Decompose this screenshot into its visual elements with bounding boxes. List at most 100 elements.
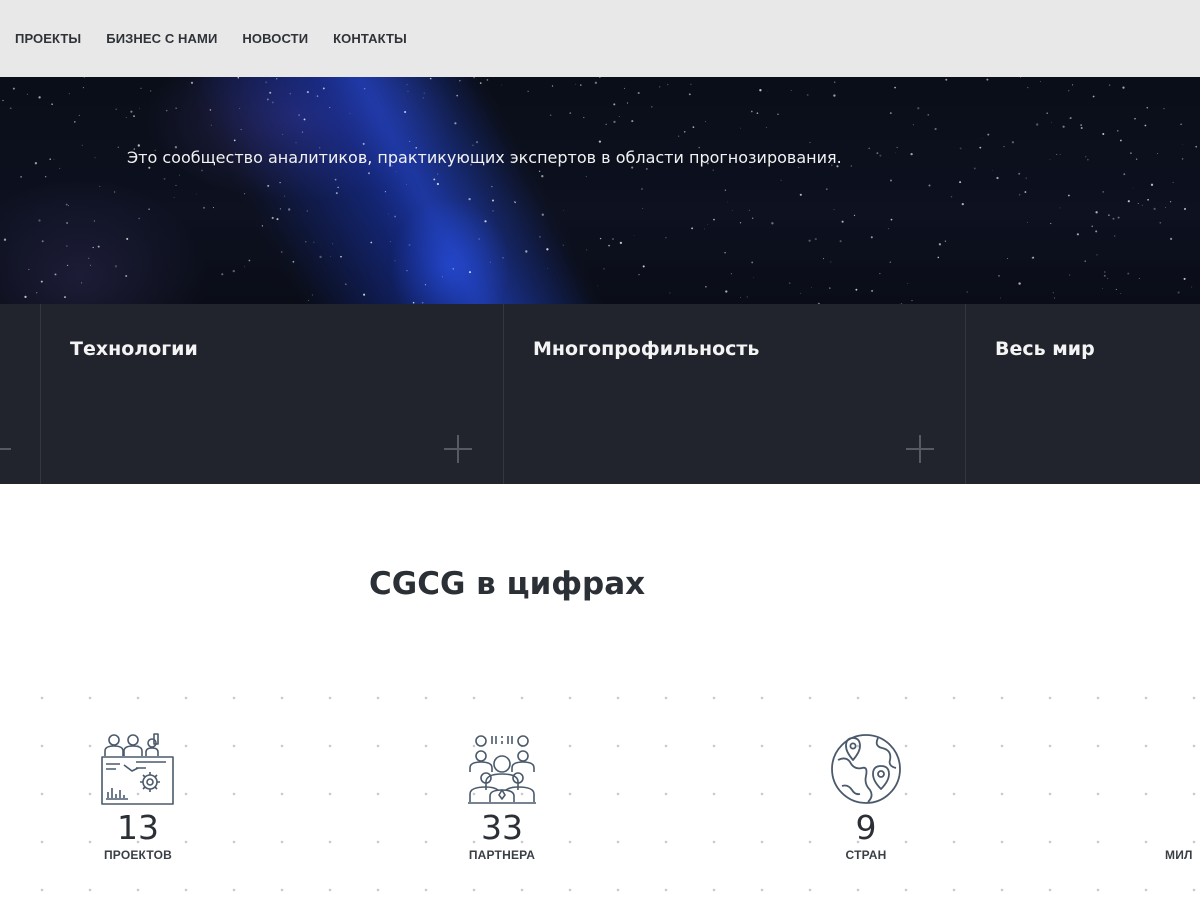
star — [433, 178, 436, 181]
star — [780, 179, 782, 181]
star — [896, 146, 898, 148]
star — [771, 222, 774, 225]
star — [1127, 200, 1130, 203]
nav-item-business[interactable]: БИЗНЕС С НАМИ — [106, 30, 217, 48]
star — [585, 249, 588, 251]
star — [959, 147, 962, 150]
star — [165, 109, 168, 112]
star — [442, 276, 443, 278]
star — [210, 124, 212, 126]
stats-title: CGCG в цифрах — [369, 566, 646, 602]
star — [409, 140, 411, 142]
star — [64, 296, 66, 299]
star — [424, 284, 427, 286]
star — [78, 114, 80, 116]
feature-panel-partial[interactable] — [0, 304, 41, 484]
star — [809, 141, 811, 143]
star — [454, 122, 457, 125]
star — [569, 112, 572, 114]
feature-panel-multiprofile[interactable]: Многопрофильность — [503, 304, 965, 484]
star — [1019, 77, 1021, 79]
star — [1027, 86, 1029, 89]
star — [1122, 86, 1125, 89]
star — [406, 84, 408, 86]
star — [834, 81, 836, 83]
star — [24, 295, 27, 299]
star — [740, 127, 741, 129]
star — [1150, 183, 1154, 186]
star — [756, 112, 759, 114]
star — [459, 80, 461, 82]
star — [322, 87, 325, 90]
expand-icon[interactable] — [906, 435, 934, 463]
star — [38, 96, 41, 99]
star — [267, 184, 270, 187]
star — [1092, 95, 1095, 98]
star — [1183, 207, 1187, 211]
star — [912, 124, 914, 126]
star — [525, 250, 528, 253]
star — [66, 245, 68, 247]
star — [1071, 84, 1074, 86]
star — [538, 170, 541, 172]
feature-title: Технологии — [70, 338, 198, 360]
star — [1032, 256, 1035, 259]
star — [868, 147, 870, 150]
star — [799, 193, 802, 196]
globe-pins-icon — [831, 734, 901, 804]
star — [749, 167, 751, 169]
star — [334, 178, 337, 181]
star — [638, 273, 640, 276]
star — [248, 259, 251, 262]
star — [1132, 187, 1134, 189]
star — [502, 257, 504, 259]
star — [1026, 221, 1028, 223]
star — [645, 167, 648, 170]
star — [651, 106, 653, 108]
star — [370, 241, 373, 244]
nav-item-contacts[interactable]: КОНТАКТЫ — [333, 30, 407, 48]
star — [362, 142, 365, 145]
feature-panel-world[interactable]: Весь мир — [965, 304, 1200, 484]
star — [1080, 127, 1083, 129]
star — [276, 78, 278, 80]
star — [688, 93, 691, 96]
nav-item-news[interactable]: НОВОСТИ — [242, 30, 308, 48]
star — [823, 258, 825, 260]
star — [81, 144, 83, 146]
star — [855, 288, 858, 291]
star — [585, 176, 587, 178]
star — [1130, 152, 1132, 154]
star — [739, 222, 742, 224]
star — [515, 202, 516, 204]
expand-icon[interactable] — [0, 435, 11, 463]
star — [68, 205, 69, 207]
star — [298, 114, 300, 116]
star — [175, 107, 177, 109]
star — [1163, 108, 1165, 110]
star — [1147, 198, 1149, 201]
star — [725, 290, 728, 293]
star — [825, 188, 828, 191]
star — [806, 93, 809, 96]
star — [97, 245, 100, 248]
star — [979, 146, 982, 149]
feature-panel-technologies[interactable]: Технологии — [40, 304, 503, 484]
star — [163, 177, 166, 180]
partial-icon — [1194, 732, 1200, 806]
star — [583, 116, 585, 119]
star — [45, 176, 47, 178]
star — [130, 110, 133, 113]
star — [1076, 233, 1080, 236]
star — [541, 175, 544, 178]
nav-item-projects[interactable]: ПРОЕКТЫ — [15, 30, 81, 48]
star — [1165, 206, 1167, 208]
expand-icon[interactable] — [444, 435, 472, 463]
star — [613, 103, 616, 106]
star — [288, 208, 291, 211]
star — [1117, 130, 1119, 132]
star — [406, 269, 408, 272]
star — [753, 277, 754, 278]
star — [221, 273, 224, 276]
star — [987, 133, 990, 136]
